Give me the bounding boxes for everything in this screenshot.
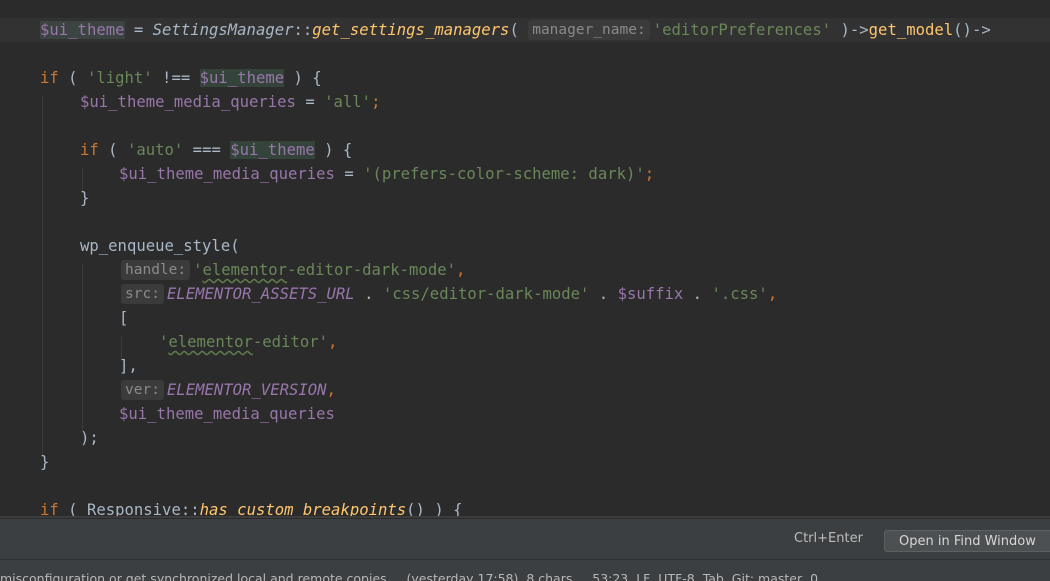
code-token: elementor bbox=[202, 261, 288, 279]
code-line[interactable]: if ( 'auto' === $ui_theme ) { bbox=[0, 138, 352, 162]
code-token: get_settings_managers bbox=[312, 21, 510, 39]
code-token: ()-> bbox=[953, 21, 991, 39]
code-line[interactable]: 'elementor-editor', bbox=[0, 330, 337, 354]
code-token: ' bbox=[193, 261, 203, 279]
code-token: === bbox=[183, 141, 231, 159]
code-token: ELEMENTOR_ASSETS_URL bbox=[166, 285, 355, 303]
code-token: , bbox=[326, 381, 336, 399]
code-token: = bbox=[334, 165, 364, 183]
code-line[interactable]: $ui_theme_media_queries = '(prefers-colo… bbox=[0, 162, 654, 186]
code-token: $ui_theme bbox=[40, 21, 125, 39]
code-line[interactable]: } bbox=[0, 450, 49, 474]
code-token: [ bbox=[119, 309, 129, 327]
code-line[interactable]: ver: ELEMENTOR_VERSION, bbox=[0, 378, 336, 402]
code-token: -editor' bbox=[252, 333, 328, 351]
code-token: 'editorPreferences' bbox=[652, 21, 832, 39]
code-token: . bbox=[354, 285, 383, 303]
code-token: !== bbox=[152, 69, 200, 87]
code-line[interactable]: $ui_theme_media_queries = 'all'; bbox=[0, 90, 380, 114]
code-token: $suffix bbox=[617, 285, 684, 303]
code-token: ) { bbox=[314, 141, 353, 159]
code-token: 'auto' bbox=[126, 141, 184, 159]
code-token: ], bbox=[119, 357, 138, 375]
code-token: = bbox=[295, 93, 325, 111]
code-editor[interactable]: $ui_theme = SettingsManager::get_setting… bbox=[0, 0, 1050, 518]
code-token: 'light' bbox=[86, 69, 153, 87]
code-token: , bbox=[767, 285, 778, 303]
code-line[interactable]: wp_enqueue_style( bbox=[0, 234, 240, 258]
parameter-hint: ver: bbox=[121, 380, 164, 400]
code-line[interactable]: $ui_theme_media_queries bbox=[0, 402, 335, 426]
code-line[interactable]: ], bbox=[0, 354, 138, 378]
code-token: ) { bbox=[284, 69, 322, 87]
status-bar: misconfiguration or get synchronized loc… bbox=[0, 559, 1050, 581]
shortcut-hint: Ctrl+Enter bbox=[794, 531, 863, 546]
code-line[interactable]: } bbox=[0, 186, 89, 210]
code-token: $ui_theme_media_queries bbox=[119, 405, 335, 423]
code-line[interactable]: $ui_theme = SettingsManager::get_setting… bbox=[0, 18, 1050, 42]
code-token: ( bbox=[509, 21, 529, 39]
code-token: ELEMENTOR_VERSION bbox=[166, 381, 327, 399]
find-results-bar: Ctrl+Enter Open in Find Window bbox=[0, 518, 1050, 559]
code-token: elementor bbox=[168, 333, 253, 351]
code-token: '.css' bbox=[711, 285, 768, 303]
code-token: 'all' bbox=[324, 93, 372, 111]
open-in-find-window-button[interactable]: Open in Find Window bbox=[884, 530, 1050, 552]
code-token: $ui_theme bbox=[199, 69, 285, 87]
code-line[interactable]: handle:'elementor-editor-dark-mode', bbox=[0, 258, 465, 282]
code-token: , bbox=[456, 261, 466, 279]
code-token: if bbox=[80, 141, 99, 159]
code-token: $ui_theme_media_queries bbox=[119, 165, 335, 183]
parameter-hint: src: bbox=[121, 284, 164, 304]
code-token: } bbox=[40, 453, 50, 471]
code-token: ); bbox=[80, 429, 99, 447]
code-token: = bbox=[124, 21, 153, 39]
code-line[interactable]: if ( Responsive::has_custom_breakpoints(… bbox=[0, 498, 463, 518]
code-token: , bbox=[328, 333, 338, 351]
code-line[interactable]: if ( 'light' !== $ui_theme ) { bbox=[0, 66, 322, 90]
code-line[interactable]: ); bbox=[0, 426, 99, 450]
code-line[interactable]: src: ELEMENTOR_ASSETS_URL . 'css/editor-d… bbox=[0, 282, 777, 306]
code-token: ( bbox=[98, 141, 127, 159]
code-token: SettingsManager bbox=[152, 21, 294, 39]
code-line[interactable]: [ bbox=[0, 306, 128, 330]
code-token: ; bbox=[371, 93, 381, 111]
code-token: )-> bbox=[831, 21, 869, 39]
code-token: $ui_theme_media_queries bbox=[80, 93, 296, 111]
code-token: ' bbox=[159, 333, 169, 351]
code-token: $ui_theme bbox=[230, 141, 315, 159]
code-token: . bbox=[589, 285, 618, 303]
code-token: get_model bbox=[868, 21, 954, 39]
code-token: wp_enqueue_style bbox=[80, 237, 231, 255]
code-token: '(prefers-color-scheme: dark)' bbox=[363, 165, 645, 183]
code-token: } bbox=[80, 189, 90, 207]
code-token: ( bbox=[230, 237, 240, 255]
code-token: :: bbox=[293, 21, 313, 39]
parameter-hint: handle: bbox=[121, 260, 191, 280]
code-token: -editor-dark-mode' bbox=[287, 261, 456, 279]
code-token: ; bbox=[644, 165, 655, 183]
code-token: if bbox=[40, 69, 59, 87]
code-token: . bbox=[683, 285, 712, 303]
parameter-hint: manager_name: bbox=[528, 20, 650, 40]
code-token: ( bbox=[58, 69, 87, 87]
code-token: 'css/editor-dark-mode' bbox=[382, 285, 590, 303]
